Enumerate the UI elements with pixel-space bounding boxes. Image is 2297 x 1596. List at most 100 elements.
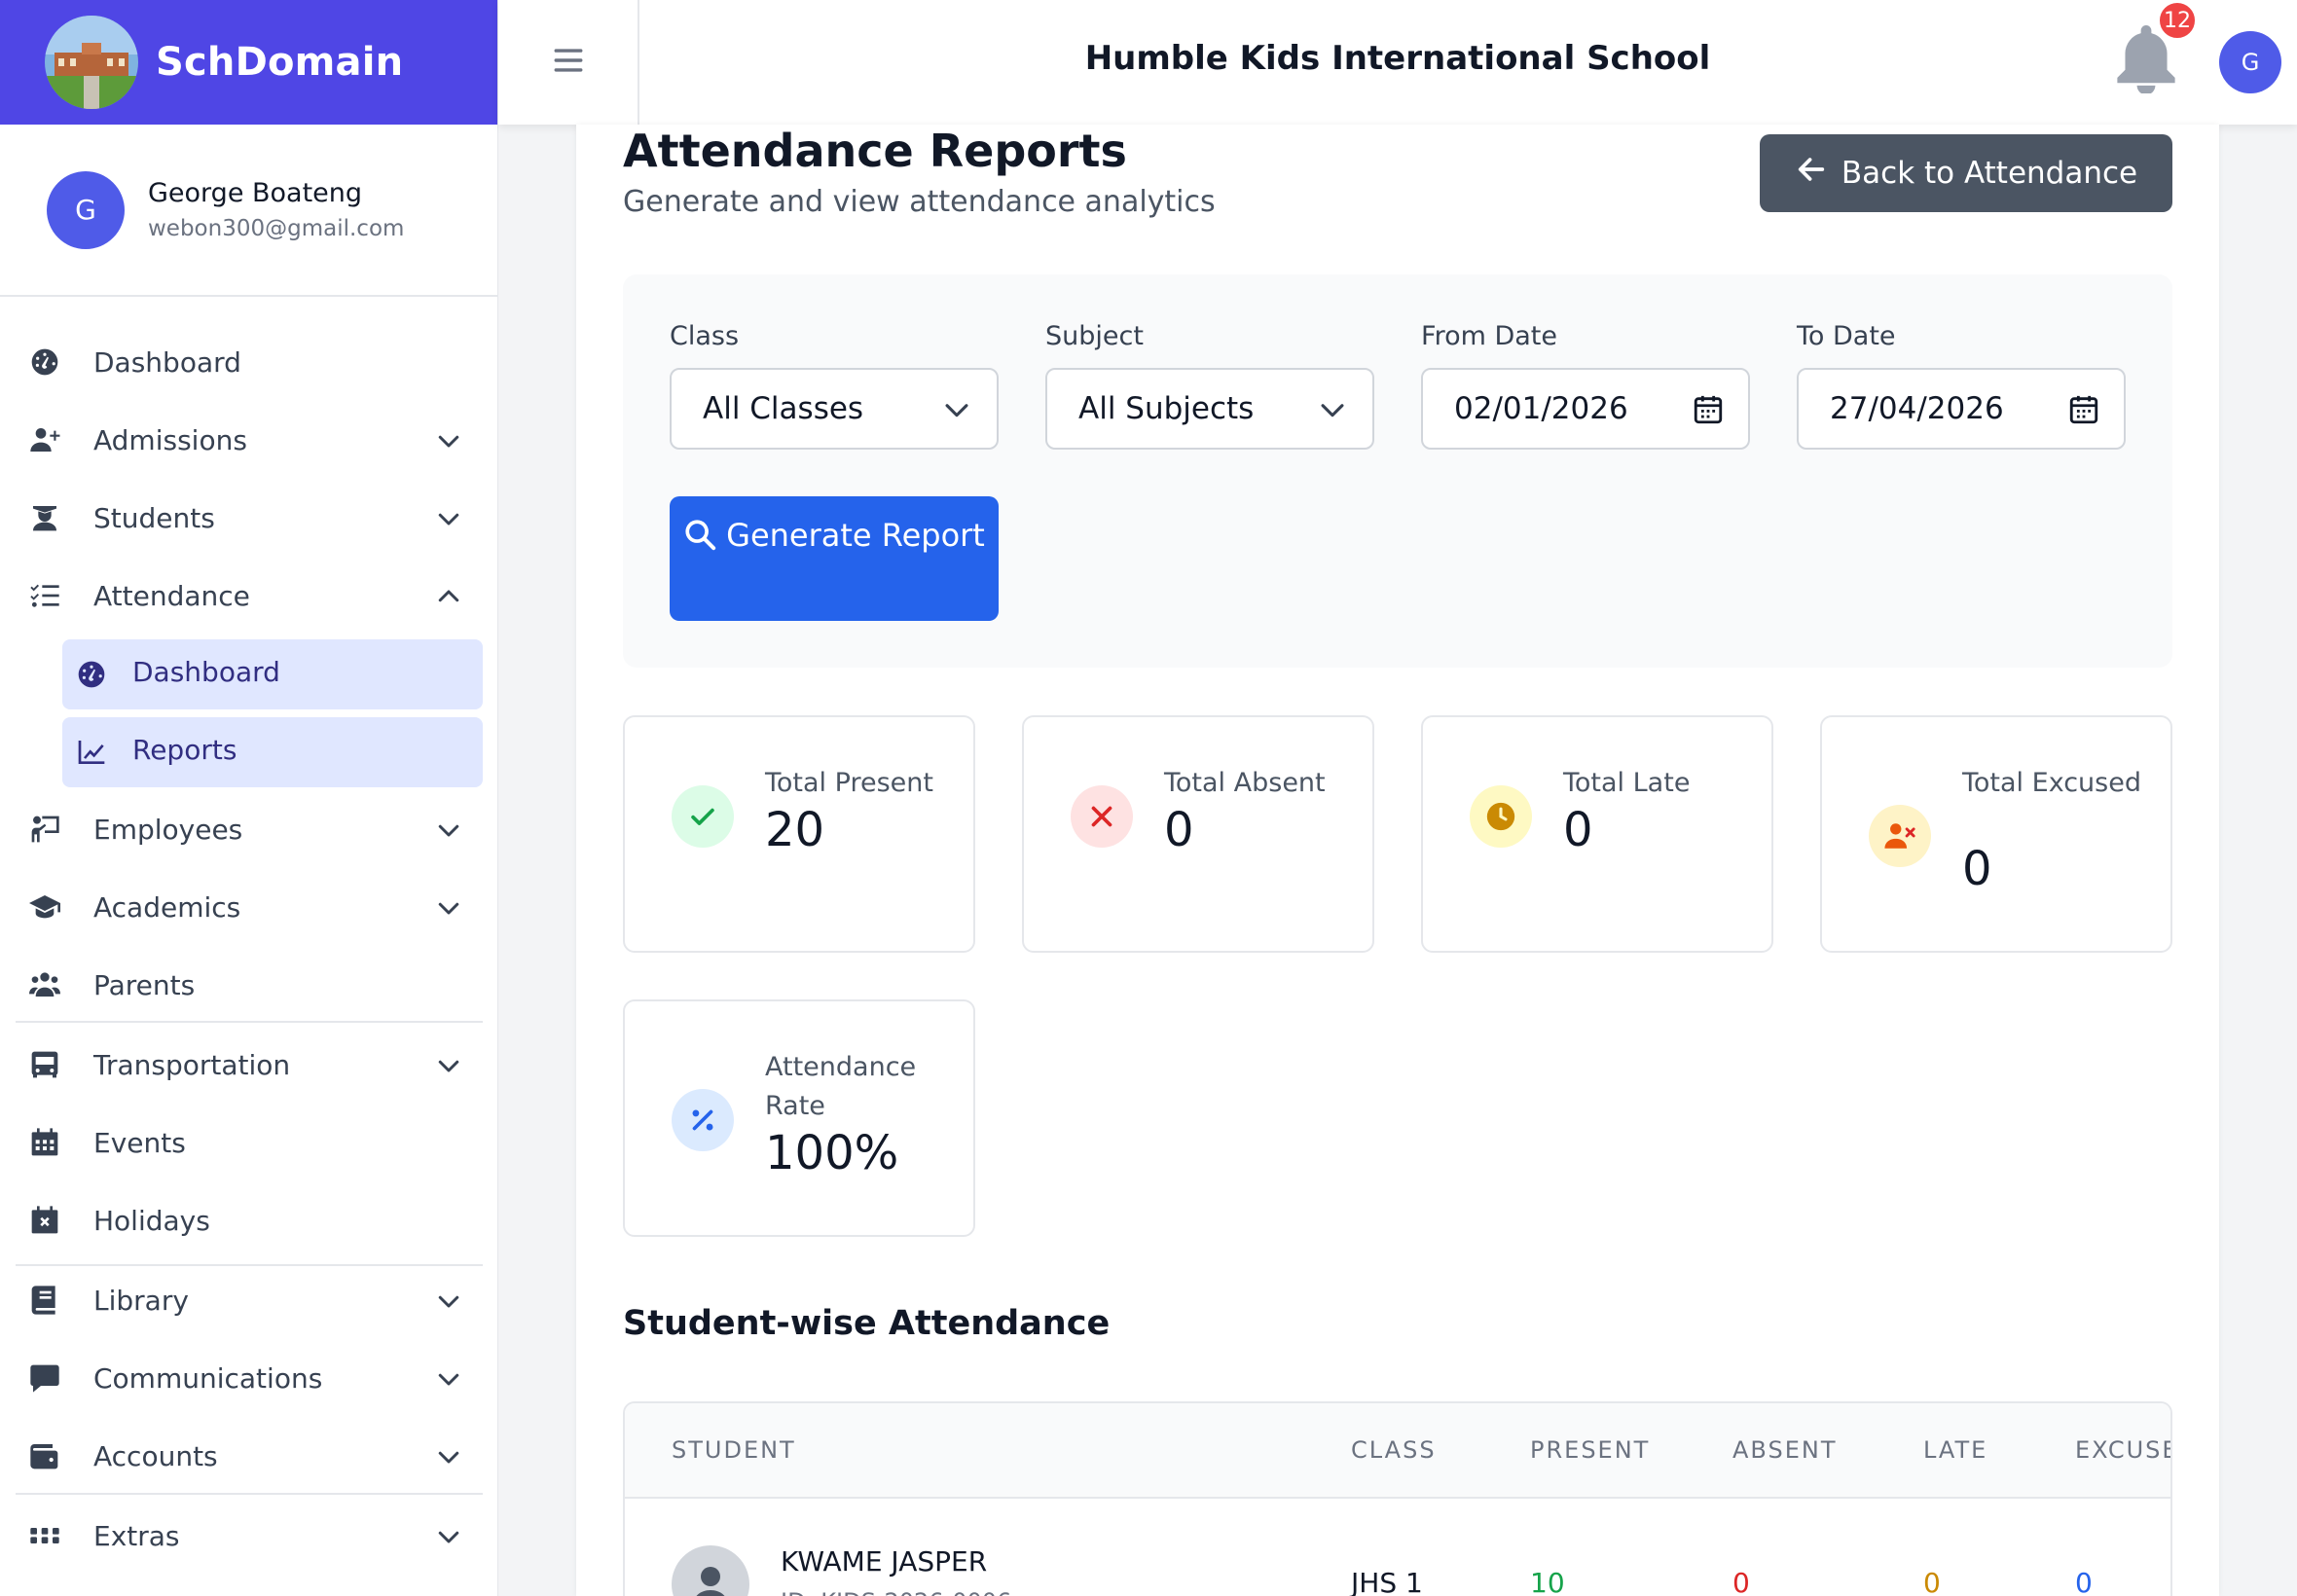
bell-icon [2114,25,2178,97]
student-avatar [672,1545,749,1596]
school-name: Humble Kids International School [1084,39,1711,78]
chevron-up-icon [434,582,463,611]
user-x-icon [1869,805,1931,867]
chevron-down-icon [434,893,463,923]
chevron-down-icon [434,1364,463,1394]
student-id: ID: KIDS-2026-0006 [781,1588,1011,1596]
chevron-down-icon [434,1287,463,1316]
sidebar-item-label: Events [93,1126,186,1159]
subject-select-value: All Subjects [1078,391,1255,426]
sidebar-item-transportation[interactable]: Transportation [0,1037,497,1092]
stat-card-attendance-rate: Attendance Rate 100% [623,999,975,1237]
student-attendance-table: STUDENT CLASS PRESENT ABSENT LATE EXCUSE… [623,1401,2172,1596]
user-email: webon300@gmail.com [148,216,405,241]
list-check-icon [29,580,60,611]
gauge-icon [76,659,107,690]
stat-value: 20 [765,803,825,857]
sidebar-item-label: Reports [132,734,237,766]
graduation-cap-icon [29,891,60,923]
sidebar-item-label: Accounts [93,1439,218,1472]
calendar-icon[interactable] [1692,393,1725,426]
comment-icon [29,1362,60,1394]
subject-select[interactable]: All Subjects [1045,368,1374,450]
page-subtitle: Generate and view attendance analytics [623,185,1216,219]
chevron-down-icon [434,1442,463,1471]
calendar-icon [29,1127,60,1158]
x-icon [1071,785,1133,848]
user-card[interactable]: G George Boateng webon300@gmail.com [0,125,497,297]
sidebar-item-academics[interactable]: Academics [0,880,497,934]
sidebar-item-attendance[interactable]: Attendance [0,568,497,623]
chevron-down-icon [940,393,973,426]
clock-icon [1470,785,1532,848]
percent-icon [672,1089,734,1151]
column-header-class[interactable]: CLASS [1351,1436,1437,1464]
sidebar-subitem-attendance-reports[interactable]: Reports [62,717,483,787]
sidebar-divider [16,1493,483,1495]
sidebar-item-label: Attendance [93,579,250,612]
sidebar-divider [16,1021,483,1023]
column-header-student[interactable]: STUDENT [672,1436,796,1464]
stat-card-total-present: Total Present 20 [623,715,975,953]
table-header: STUDENT CLASS PRESENT ABSENT LATE EXCUSE [625,1403,2170,1499]
sidebar-item-employees[interactable]: Employees [0,802,497,856]
sidebar-item-students[interactable]: Students [0,490,497,545]
sidebar-item-label: Dashboard [132,656,280,688]
column-header-absent[interactable]: ABSENT [1732,1436,1837,1464]
back-to-attendance-button[interactable]: Back to Attendance [1760,134,2172,212]
sidebar-item-label: Communications [93,1361,323,1395]
class-select-value: All Classes [703,391,864,426]
stat-card-total-excused: Total Excused 0 [1820,715,2172,953]
check-icon [672,785,734,848]
calendar-icon[interactable] [2067,393,2100,426]
from-date-value: 02/01/2026 [1454,391,1628,426]
chevron-down-icon [434,1522,463,1551]
notification-count-badge: 12 [2157,0,2198,41]
sidebar-item-events[interactable]: Events [0,1115,497,1170]
sidebar-item-accounts[interactable]: Accounts [0,1429,497,1483]
column-header-excused[interactable]: EXCUSE [2075,1436,2170,1464]
generate-report-button[interactable]: Generate Report [670,496,999,621]
section-title: Student-wise Attendance [623,1304,1111,1343]
page-title: Attendance Reports [623,125,1127,177]
to-date-input[interactable]: 27/04/2026 [1797,368,2126,450]
sidebar-item-communications[interactable]: Communications [0,1351,497,1405]
sidebar-item-parents[interactable]: Parents [0,958,497,1012]
excused-count: 0 [2075,1567,2093,1596]
sidebar-item-dashboard[interactable]: Dashboard [0,335,497,389]
column-header-present[interactable]: PRESENT [1530,1436,1650,1464]
sidebar-item-label: Library [93,1284,189,1317]
user-avatar: G [47,170,125,249]
chevron-down-icon [434,816,463,845]
sidebar-item-admissions[interactable]: Admissions [0,413,497,467]
stat-value: 0 [1962,842,1992,896]
sidebar-item-holidays[interactable]: Holidays [0,1193,497,1248]
generate-report-label: Generate Report [726,517,985,554]
from-date-input[interactable]: 02/01/2026 [1421,368,1750,450]
stat-label: Total Excused [1962,768,2141,798]
sidebar-item-label: Students [93,501,215,534]
chevron-down-icon [434,1051,463,1080]
sidebar-subitem-attendance-dashboard[interactable]: Dashboard [62,639,483,709]
sidebar-divider [16,1264,483,1266]
brand-header[interactable]: SchDomain [0,0,497,125]
column-header-late[interactable]: LATE [1923,1436,1987,1464]
sidebar-item-label: Parents [93,968,196,1001]
stat-label: Total Present [765,768,933,798]
chevron-down-icon [1316,393,1349,426]
sidebar-item-library[interactable]: Library [0,1273,497,1327]
profile-avatar-button[interactable]: G [2219,31,2281,93]
topbar: Humble Kids International School 12 G [498,0,2297,125]
subject-label: Subject [1045,321,1144,351]
back-button-label: Back to Attendance [1841,156,2138,191]
absent-count: 0 [1732,1567,1750,1596]
sidebar-item-label: Transportation [93,1048,291,1081]
student-name: KWAME JASPER [781,1545,988,1578]
sidebar-item-extras[interactable]: Extras [0,1508,497,1563]
stat-value: 0 [1563,803,1593,857]
user-plus-icon [29,424,60,455]
chevron-down-icon [434,504,463,533]
users-icon [29,969,60,1000]
search-icon [683,517,726,554]
class-select[interactable]: All Classes [670,368,999,450]
